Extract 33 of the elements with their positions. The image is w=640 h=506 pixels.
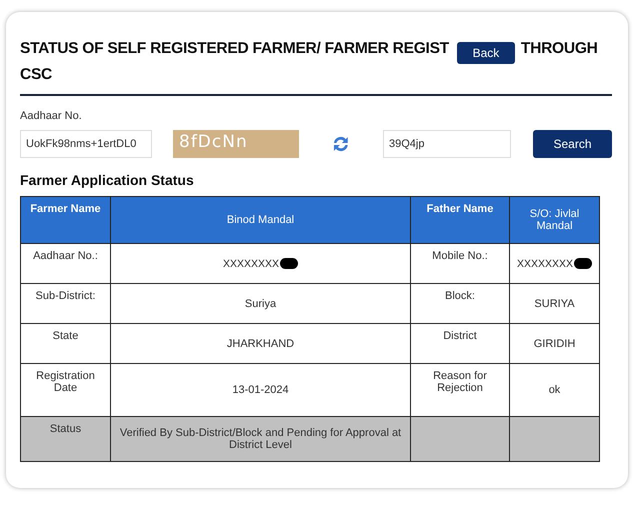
table-cell: Binod Mandal — [226, 214, 294, 226]
table-cell: Suriya — [244, 298, 276, 310]
search-button[interactable]: Search — [532, 130, 612, 158]
table-cell: 13-01-2024 — [232, 384, 289, 396]
table-cell: SURIYA — [534, 298, 575, 310]
page-title: THROUGH — [520, 39, 598, 59]
table-cell: S/O: Jivlal Mandal — [530, 208, 580, 232]
captcha-field[interactable]: 39Q4jp — [382, 130, 511, 158]
page-title: CSC — [20, 65, 52, 85]
field-label: Farmer Name — [30, 203, 101, 215]
field-label: Aadhaar No. — [20, 110, 83, 122]
field-label: Status — [50, 423, 82, 435]
table-cell: Verified By Sub-District/Block and Pending for Approval at District Level — [120, 427, 402, 451]
field-label: Registration Date — [36, 370, 95, 394]
field-label: State — [52, 330, 78, 342]
field-label: Reason for Rejection — [433, 370, 487, 394]
field-label: Mobile No.: — [432, 250, 488, 262]
field-label: District — [443, 330, 477, 342]
back-button[interactable]: Back — [456, 42, 515, 64]
table-cell: GIRIDIH — [534, 338, 576, 350]
refresh-icon[interactable] — [331, 134, 351, 154]
table-cell: XXXXXXXX — [222, 258, 280, 270]
section-title: Farmer Application Status — [20, 172, 195, 188]
aadhaar-field[interactable]: UokFk98nms+1ertDL0 — [20, 130, 152, 158]
field-label: Aadhaar No.: — [33, 250, 98, 262]
table-cell: ok — [548, 384, 560, 396]
captcha-image: 8fDcNn — [173, 130, 300, 158]
table-cell: JHARKHAND — [226, 338, 294, 350]
field-label: Father Name — [426, 203, 494, 215]
page-title: STATUS OF SELF REGISTERED FARMER/ FARMER REGIST — [20, 39, 449, 59]
table-cell: XXXXXXXX — [516, 258, 574, 270]
field-label: Sub-District: — [36, 290, 96, 302]
field-label: Block: — [445, 290, 475, 302]
